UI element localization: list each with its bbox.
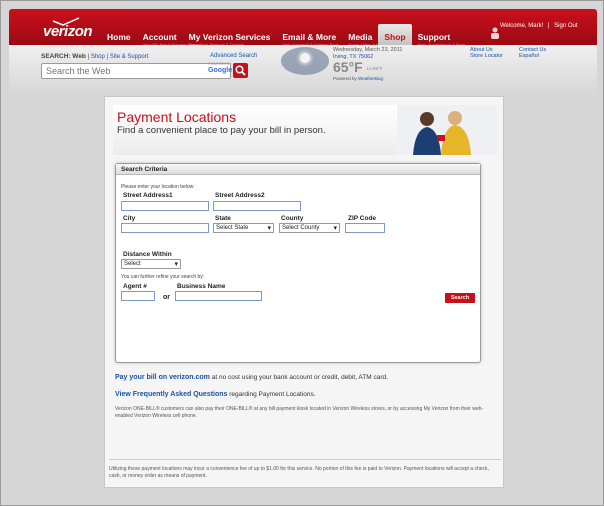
distance-select[interactable]: Select bbox=[121, 259, 181, 269]
search-icon bbox=[235, 65, 246, 76]
zip-label: ZIP Code bbox=[348, 215, 377, 222]
user-area: Welcome, Mark! | Sign Out bbox=[497, 23, 578, 29]
distance-label: Distance Within bbox=[123, 251, 172, 258]
or-text: or bbox=[163, 294, 170, 301]
powered-by-label: POWERED BY bbox=[208, 62, 232, 66]
faq-link[interactable]: View Frequently Asked Questions bbox=[115, 391, 227, 398]
info-links: Pay your bill on verizon.com at no cost … bbox=[115, 374, 495, 420]
search-scope-site[interactable]: Site & Support bbox=[110, 54, 149, 60]
espanol-link[interactable]: Español bbox=[519, 53, 539, 59]
google-label: Google bbox=[208, 67, 233, 74]
weather-range: Lo 59°F bbox=[366, 65, 383, 71]
search-submit-button[interactable] bbox=[233, 63, 248, 78]
business-input[interactable] bbox=[175, 291, 262, 301]
street1-label: Street Address1 bbox=[123, 192, 173, 199]
page-banner: Payment Locations Find a convenient plac… bbox=[113, 105, 497, 155]
search-box bbox=[41, 63, 231, 79]
pay-online-link[interactable]: Pay your bill on verizon.com bbox=[115, 374, 210, 381]
weather-widget: Wednesday, March 23, 2011 Irving, TX 750… bbox=[333, 47, 402, 82]
pay-online-text: at no cost using your bank account or cr… bbox=[209, 374, 388, 381]
city-input[interactable] bbox=[121, 223, 209, 233]
page-title: Payment Locations bbox=[117, 109, 237, 125]
sign-out-link[interactable]: Sign Out bbox=[554, 23, 577, 29]
search-scope-links: SEARCH: Web | Shop | Site & Support bbox=[41, 53, 149, 60]
faq-text: regarding Payment Locations. bbox=[227, 391, 316, 398]
search-criteria-panel: Search Criteria Please enter your locati… bbox=[115, 163, 481, 363]
street1-input[interactable] bbox=[121, 201, 209, 211]
browser-frame: verizon Home AccountView Bill, Pay & Man… bbox=[0, 0, 604, 506]
intro-text: Please enter your location below: bbox=[121, 184, 195, 190]
google-logo: POWERED BY Google bbox=[208, 62, 233, 74]
pay-online-line: Pay your bill on verizon.com at no cost … bbox=[115, 374, 495, 381]
state-select[interactable]: Select State bbox=[213, 223, 274, 233]
page-subtitle: Find a convenient place to pay your bill… bbox=[117, 125, 326, 136]
faq-line: View Frequently Asked Questions regardin… bbox=[115, 391, 495, 398]
search-scope-shop[interactable]: Shop bbox=[91, 54, 105, 60]
verizon-logo[interactable]: verizon bbox=[43, 23, 93, 40]
separator: | bbox=[547, 23, 550, 29]
refine-text: You can further refine your search by: bbox=[121, 274, 205, 280]
agent-label: Agent # bbox=[123, 283, 147, 290]
city-label: City bbox=[123, 215, 136, 222]
county-select[interactable]: Select County bbox=[279, 223, 340, 233]
zip-input[interactable] bbox=[345, 223, 385, 233]
agent-input[interactable] bbox=[121, 291, 155, 301]
advanced-search-link[interactable]: Advanced Search bbox=[210, 53, 257, 59]
onebill-text: Verizon ONE-BILL® customers can also pay… bbox=[115, 406, 484, 419]
state-label: State bbox=[215, 215, 231, 222]
fee-disclaimer: Utilizing these payment locations may in… bbox=[109, 459, 501, 480]
business-label: Business Name bbox=[177, 283, 226, 290]
search-scope-web[interactable]: Web bbox=[72, 53, 86, 60]
customers-photo bbox=[397, 105, 497, 155]
weather-date: Wednesday, March 23, 2011 bbox=[333, 47, 403, 53]
weather-powered: Powered by WeatherBug bbox=[333, 75, 383, 81]
street2-input[interactable] bbox=[213, 201, 301, 211]
weatherbug-link[interactable]: WeatherBug bbox=[358, 76, 383, 81]
weather-temp: 65°F Lo 59°F bbox=[333, 59, 383, 75]
weather-moon-icon bbox=[281, 47, 329, 75]
county-label: County bbox=[281, 215, 304, 222]
panel-header: Search Criteria bbox=[116, 164, 480, 175]
street2-label: Street Address2 bbox=[215, 192, 265, 199]
store-locator-link[interactable]: Store Locator bbox=[470, 53, 503, 59]
search-label: SEARCH: bbox=[41, 53, 71, 60]
main-content: Payment Locations Find a convenient plac… bbox=[104, 96, 504, 488]
search-input[interactable] bbox=[42, 64, 202, 78]
welcome-text: Welcome, Mark! bbox=[500, 23, 544, 29]
search-button[interactable]: Search bbox=[445, 293, 475, 303]
